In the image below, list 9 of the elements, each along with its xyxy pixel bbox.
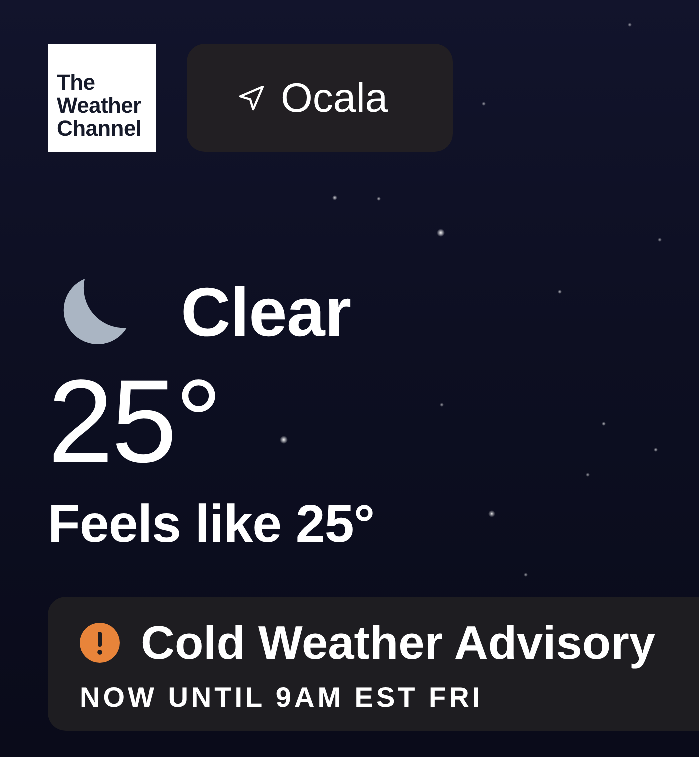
- advisory-card[interactable]: Cold Weather Advisory NOW UNTIL 9AM EST FRI: [48, 597, 699, 731]
- feels-like-temperature: Feels like 25°: [48, 495, 375, 555]
- current-temperature: 25°: [48, 363, 220, 481]
- alert-icon: [80, 623, 120, 663]
- weather-condition: Clear: [181, 278, 352, 348]
- logo: The Weather Channel: [48, 44, 156, 152]
- location-button[interactable]: Ocala: [187, 44, 453, 152]
- advisory-period: NOW UNTIL 9AM EST FRI: [80, 683, 484, 713]
- location-arrow-icon: [238, 84, 265, 112]
